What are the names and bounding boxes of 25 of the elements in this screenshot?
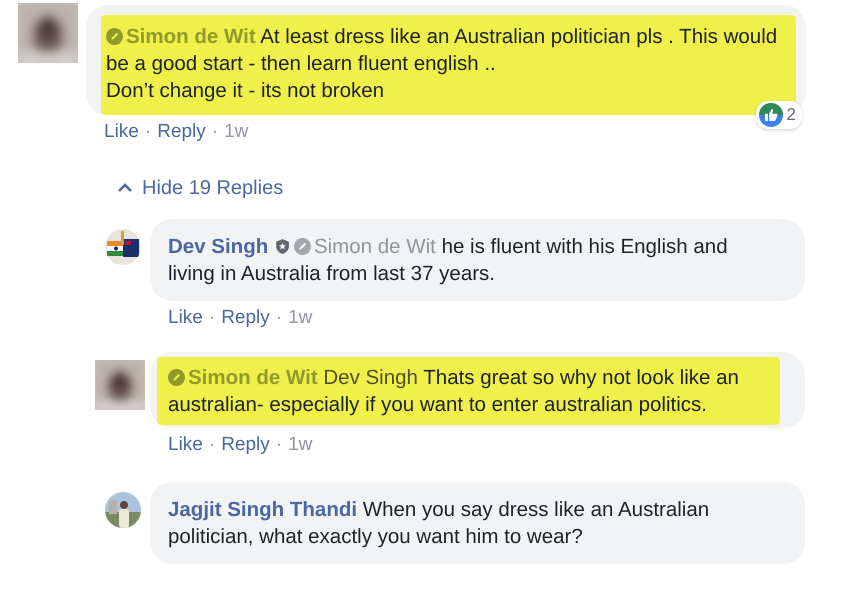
comment-text: Simon de Wit Dev Singh Thats great so why not look like an australian- especially if you want to enter australian politics. [157, 357, 780, 425]
separator-dot: · [208, 307, 216, 329]
timestamp: 1w [224, 121, 248, 143]
like-icon [758, 103, 783, 127]
separator-dot: · [144, 121, 152, 143]
separator-dot: · [274, 434, 284, 456]
hide-replies-link[interactable]: Hide 19 Replies [118, 177, 284, 199]
timestamp: 1w [288, 434, 312, 456]
reply-link[interactable]: Reply [221, 434, 270, 456]
like-link[interactable]: Like [168, 434, 203, 456]
separator-dot: · [210, 121, 220, 143]
like-link[interactable]: Like [104, 121, 139, 143]
reply-link[interactable]: Reply [221, 307, 270, 329]
reaction-count[interactable]: 2 [756, 101, 802, 129]
reply-link[interactable]: Reply [157, 121, 206, 143]
separator-dot: · [274, 307, 284, 329]
author-link[interactable]: Jagjit Singh Thandi [168, 498, 358, 521]
timestamp: 1w [288, 307, 312, 329]
caret-icon [118, 183, 132, 193]
separator-dot: · [208, 434, 216, 456]
like-link[interactable]: Like [168, 307, 203, 329]
comment-text: Dev Singh Simon de Wit he is fluent with his English and living in Australia from last 37 years. [167, 234, 729, 287]
comment-text: Jagjit Singh Thandi When you say dress like an Australian politician, what exactly you want him to wear? [167, 497, 710, 550]
author-link[interactable]: Dev Singh [168, 235, 268, 258]
mention-link[interactable]: Dev Singh [323, 366, 418, 389]
